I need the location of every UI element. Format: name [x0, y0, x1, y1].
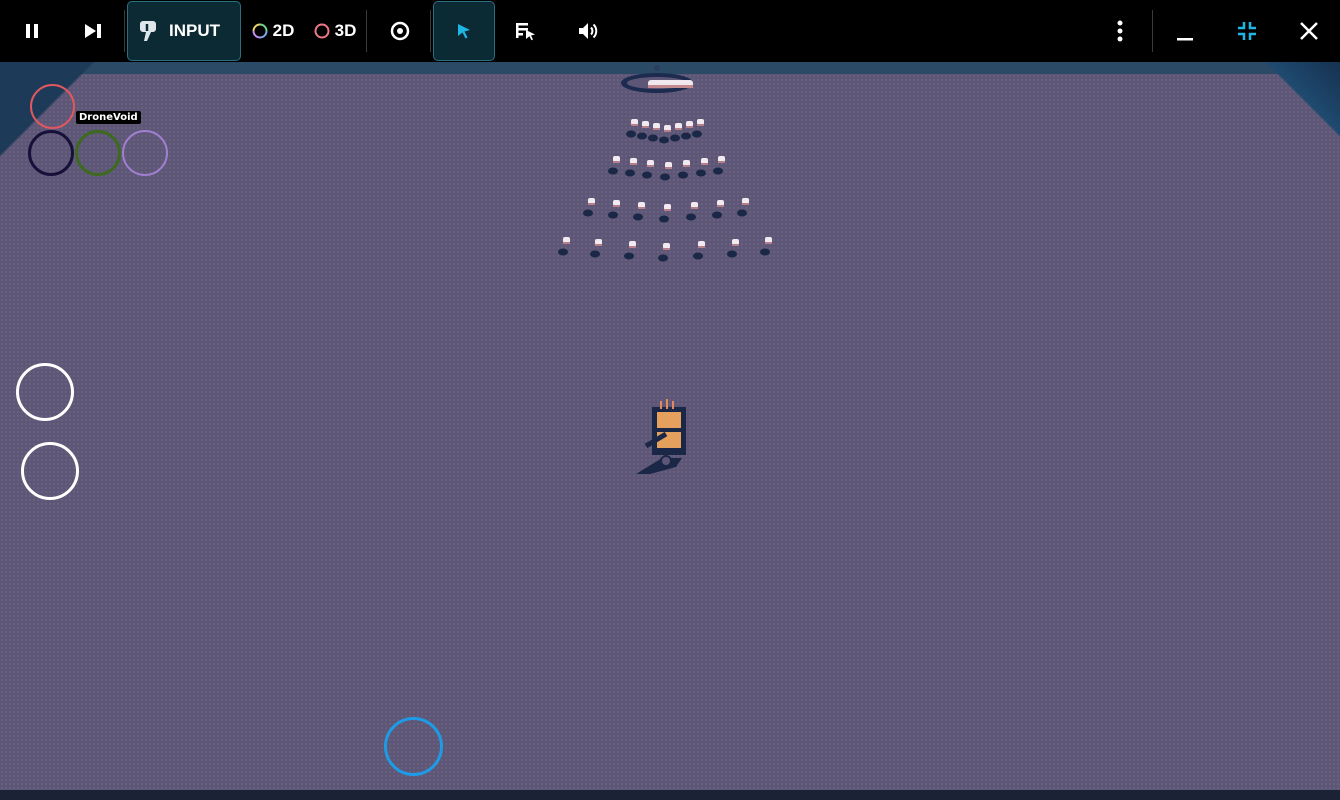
enemy-unit: [760, 237, 772, 256]
enemy-unit: [648, 123, 660, 142]
enemy-unit: [624, 241, 636, 260]
speaker-icon: [579, 23, 598, 39]
enemy-unit: [637, 121, 649, 140]
ring-pink-icon: [314, 23, 330, 39]
inspect-button[interactable]: [506, 0, 546, 62]
sound-button[interactable]: [568, 0, 608, 62]
enemy-unit: [626, 119, 638, 138]
enemy-unit: [670, 123, 682, 142]
unit-formation: [558, 65, 772, 474]
enemy-unit: [696, 158, 708, 177]
list-pointer-icon: [516, 23, 535, 41]
enemy-unit: [633, 202, 645, 221]
ring-multicolor-icon: [252, 23, 268, 39]
fit-window-button[interactable]: [1227, 0, 1267, 62]
input-label: INPUT: [169, 21, 220, 40]
mode-2d-button[interactable]: 2D: [250, 0, 296, 62]
player-color-slot-navy[interactable]: [28, 130, 74, 176]
enemy-unit: [693, 241, 705, 260]
enemy-unit: [642, 160, 654, 179]
separator: [430, 10, 431, 52]
visibility-button[interactable]: [380, 0, 420, 62]
collapse-icon: [1238, 22, 1256, 40]
enemy-unit: [558, 237, 570, 256]
step-forward-button[interactable]: [73, 0, 113, 62]
separator: [1152, 10, 1153, 52]
enemy-unit: [608, 200, 620, 219]
boss-drone: [621, 65, 693, 93]
player-vehicle: [636, 399, 686, 474]
enemy-unit: [713, 156, 725, 175]
player-name-tag: DroneVoid: [76, 111, 141, 124]
player-color-slot-purple[interactable]: [122, 130, 168, 176]
select-tool-button[interactable]: [433, 1, 495, 61]
more-vertical-icon: [1117, 20, 1123, 42]
enemy-unit: [583, 198, 595, 217]
mode-3d-button[interactable]: 3D: [310, 0, 360, 62]
enemy-unit: [659, 204, 671, 223]
game-viewport[interactable]: DroneVoid: [0, 62, 1340, 800]
enemy-unit: [659, 125, 671, 144]
step-forward-icon: [85, 24, 101, 38]
mode-2d-label: 2D: [272, 21, 295, 40]
input-button[interactable]: INPUT: [127, 1, 241, 61]
player-color-slot-green[interactable]: [75, 130, 121, 176]
enemy-unit: [658, 243, 670, 262]
cursor-arrow-icon: [458, 24, 470, 39]
close-button[interactable]: [1289, 0, 1329, 62]
enemy-unit: [608, 156, 620, 175]
enemy-unit: [686, 202, 698, 221]
enemy-unit: [692, 119, 704, 138]
enemy-unit: [590, 239, 602, 258]
enemy-unit: [678, 160, 690, 179]
close-icon: [1300, 22, 1318, 40]
action-button-2[interactable]: [21, 442, 79, 500]
more-options-button[interactable]: [1100, 0, 1140, 62]
minimize-button[interactable]: [1165, 0, 1205, 62]
enemy-unit: [625, 158, 637, 177]
eye-icon: [390, 21, 410, 41]
action-button-1[interactable]: [16, 363, 74, 421]
input-hand-icon: [140, 21, 156, 41]
separator: [124, 10, 125, 52]
enemy-unit: [681, 121, 693, 140]
virtual-joystick[interactable]: [384, 717, 443, 776]
mode-3d-label: 3D: [334, 21, 357, 40]
toolbar: INPUT 2D 3D: [0, 0, 1340, 62]
enemy-unit: [737, 198, 749, 217]
minimize-icon: [1177, 38, 1193, 41]
pause-button[interactable]: [12, 0, 52, 62]
enemy-unit: [727, 239, 739, 258]
pause-icon: [26, 24, 38, 38]
enemy-unit: [712, 200, 724, 219]
separator: [366, 10, 367, 52]
enemy-unit: [660, 162, 672, 181]
player-color-slot-red[interactable]: [30, 84, 75, 129]
